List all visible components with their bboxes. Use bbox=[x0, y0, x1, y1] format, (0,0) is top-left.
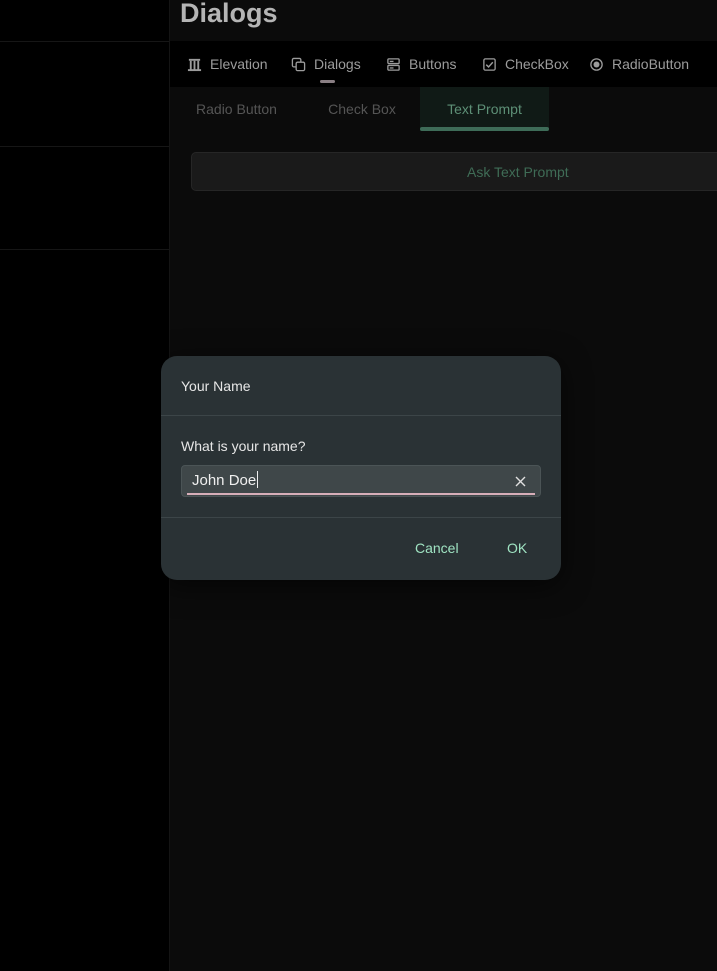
text-prompt-dialog: Your Name What is your name? John Doe Ca… bbox=[161, 356, 561, 580]
sidebar-item-3[interactable] bbox=[0, 147, 169, 250]
ask-text-prompt-button[interactable]: Ask Text Prompt bbox=[191, 152, 717, 191]
checkbox-icon bbox=[483, 57, 496, 71]
close-icon bbox=[515, 476, 525, 486]
active-nav-indicator bbox=[320, 80, 335, 83]
tab-check-box[interactable]: Check Box bbox=[304, 87, 420, 131]
nav-item-elevation[interactable]: Elevation bbox=[187, 41, 268, 87]
clear-input-button[interactable] bbox=[510, 471, 530, 491]
nav-item-checkbox[interactable]: CheckBox bbox=[482, 41, 569, 87]
nav-item-label: RadioButton bbox=[612, 56, 690, 72]
nav-item-label: Elevation bbox=[210, 56, 268, 72]
tab-label: Text Prompt bbox=[447, 101, 522, 117]
divider bbox=[161, 415, 561, 416]
text-caret bbox=[257, 471, 259, 488]
dialogs-icon bbox=[291, 57, 306, 71]
dialog-title: Your Name bbox=[181, 378, 251, 394]
sidebar-item-1[interactable] bbox=[0, 0, 169, 42]
tab-text-prompt[interactable]: Text Prompt bbox=[420, 87, 549, 131]
name-input-value: John Doe bbox=[192, 471, 259, 489]
input-text: John Doe bbox=[192, 472, 257, 489]
elevation-icon bbox=[187, 58, 202, 71]
buttons-icon bbox=[387, 57, 400, 71]
radiobutton-icon bbox=[590, 57, 603, 71]
prompt-label: What is your name? bbox=[181, 438, 306, 454]
selected-tab-indicator bbox=[420, 127, 549, 131]
nav-item-radiobutton[interactable]: RadioButton bbox=[589, 41, 689, 87]
app-window: Dialogs Elevation Dialogs Buttons CheckB… bbox=[0, 0, 717, 971]
page-title: Dialogs bbox=[180, 0, 278, 28]
divider bbox=[161, 517, 561, 518]
sidebar-item-2[interactable] bbox=[0, 42, 169, 147]
nav-item-buttons[interactable]: Buttons bbox=[386, 41, 456, 87]
subtab-bar: Radio Button Check Box Text Prompt bbox=[170, 87, 717, 131]
nav-item-label: Dialogs bbox=[314, 56, 361, 72]
top-nav: Elevation Dialogs Buttons CheckBox Radio… bbox=[170, 41, 717, 87]
tab-radio-button[interactable]: Radio Button bbox=[179, 87, 294, 131]
name-input[interactable]: John Doe bbox=[181, 465, 541, 497]
nav-item-dialogs[interactable]: Dialogs bbox=[291, 41, 361, 87]
cancel-button[interactable]: Cancel bbox=[415, 540, 459, 556]
nav-item-label: Buttons bbox=[409, 56, 457, 72]
sidebar bbox=[0, 0, 170, 971]
ok-button[interactable]: OK bbox=[507, 540, 527, 556]
nav-item-label: CheckBox bbox=[505, 56, 569, 72]
